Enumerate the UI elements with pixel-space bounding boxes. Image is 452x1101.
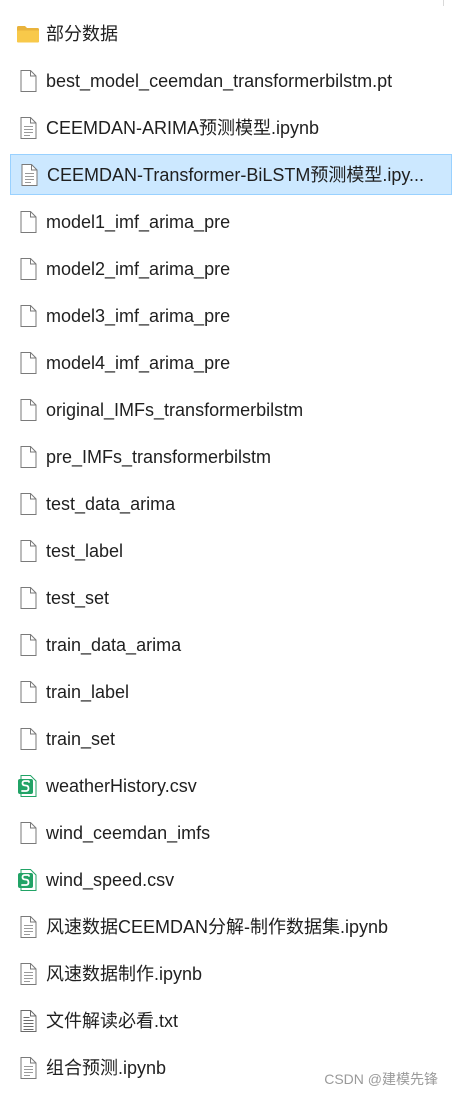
file-icon — [16, 586, 40, 610]
file-name: CEEMDAN-Transformer-BiLSTM预测模型.ipy... — [47, 164, 425, 185]
notebook-file-icon — [16, 962, 40, 986]
file-name: 风速数据CEEMDAN分解-制作数据集.ipynb — [46, 916, 389, 937]
file-item[interactable]: 文件解读必看.txt — [10, 1000, 452, 1041]
file-icon — [16, 821, 40, 845]
csv-file-icon — [16, 774, 40, 798]
file-item[interactable]: CEEMDAN-Transformer-BiLSTM预测模型.ipy... — [10, 154, 452, 195]
file-icon — [16, 727, 40, 751]
file-name: test_set — [46, 587, 110, 608]
file-name: train_data_arima — [46, 634, 182, 655]
file-name: best_model_ceemdan_transformerbilstm.pt — [46, 70, 393, 91]
file-item[interactable]: test_set — [10, 577, 452, 618]
file-icon — [16, 257, 40, 281]
file-name: model2_imf_arima_pre — [46, 258, 231, 279]
file-icon — [16, 492, 40, 516]
file-name: model4_imf_arima_pre — [46, 352, 231, 373]
file-name: pre_IMFs_transformerbilstm — [46, 446, 272, 467]
file-item[interactable]: model4_imf_arima_pre — [10, 342, 452, 383]
file-icon — [16, 69, 40, 93]
file-item[interactable]: 风速数据制作.ipynb — [10, 953, 452, 994]
file-item[interactable]: wind_ceemdan_imfs — [10, 812, 452, 853]
file-icon — [16, 398, 40, 422]
file-name: original_IMFs_transformerbilstm — [46, 399, 304, 420]
file-item[interactable]: best_model_ceemdan_transformerbilstm.pt — [10, 60, 452, 101]
file-item[interactable]: 风速数据CEEMDAN分解-制作数据集.ipynb — [10, 906, 452, 947]
file-icon — [16, 633, 40, 657]
file-item[interactable]: test_label — [10, 530, 452, 571]
file-item[interactable]: wind_speed.csv — [10, 859, 452, 900]
folder-icon — [16, 22, 40, 46]
file-name: test_data_arima — [46, 493, 176, 514]
column-divider — [443, 0, 444, 6]
file-name: train_label — [46, 681, 130, 702]
file-item[interactable]: CEEMDAN-ARIMA预测模型.ipynb — [10, 107, 452, 148]
folder-item[interactable]: 部分数据 — [10, 13, 452, 54]
file-item[interactable]: model1_imf_arima_pre — [10, 201, 452, 242]
file-icon — [16, 680, 40, 704]
file-name: train_set — [46, 728, 116, 749]
file-item[interactable]: train_set — [10, 718, 452, 759]
file-item[interactable]: train_data_arima — [10, 624, 452, 665]
file-name: 部分数据 — [46, 23, 118, 44]
file-item[interactable]: train_label — [10, 671, 452, 712]
file-item[interactable]: test_data_arima — [10, 483, 452, 524]
file-name: model1_imf_arima_pre — [46, 211, 231, 232]
file-icon — [16, 304, 40, 328]
notebook-file-icon — [16, 116, 40, 140]
notebook-file-icon — [16, 1056, 40, 1080]
file-item[interactable]: model3_imf_arima_pre — [10, 295, 452, 336]
file-name: weatherHistory.csv — [46, 775, 197, 796]
file-name: CEEMDAN-ARIMA预测模型.ipynb — [46, 117, 320, 138]
watermark: CSDN @建模先锋 — [324, 1071, 438, 1087]
file-name: 文件解读必看.txt — [46, 1010, 179, 1031]
notebook-file-icon — [17, 163, 41, 187]
file-name: 风速数据制作.ipynb — [46, 963, 203, 984]
file-item[interactable]: model2_imf_arima_pre — [10, 248, 452, 289]
file-item[interactable]: pre_IMFs_transformerbilstm — [10, 436, 452, 477]
file-name: model3_imf_arima_pre — [46, 305, 231, 326]
file-icon — [16, 351, 40, 375]
file-icon — [16, 445, 40, 469]
file-icon — [16, 539, 40, 563]
file-name: wind_speed.csv — [46, 869, 175, 890]
file-item[interactable]: original_IMFs_transformerbilstm — [10, 389, 452, 430]
text-file-icon — [16, 1009, 40, 1033]
file-item[interactable]: weatherHistory.csv — [10, 765, 452, 806]
csv-file-icon — [16, 868, 40, 892]
notebook-file-icon — [16, 915, 40, 939]
file-icon — [16, 210, 40, 234]
file-name: test_label — [46, 540, 124, 561]
file-name: wind_ceemdan_imfs — [46, 822, 211, 843]
